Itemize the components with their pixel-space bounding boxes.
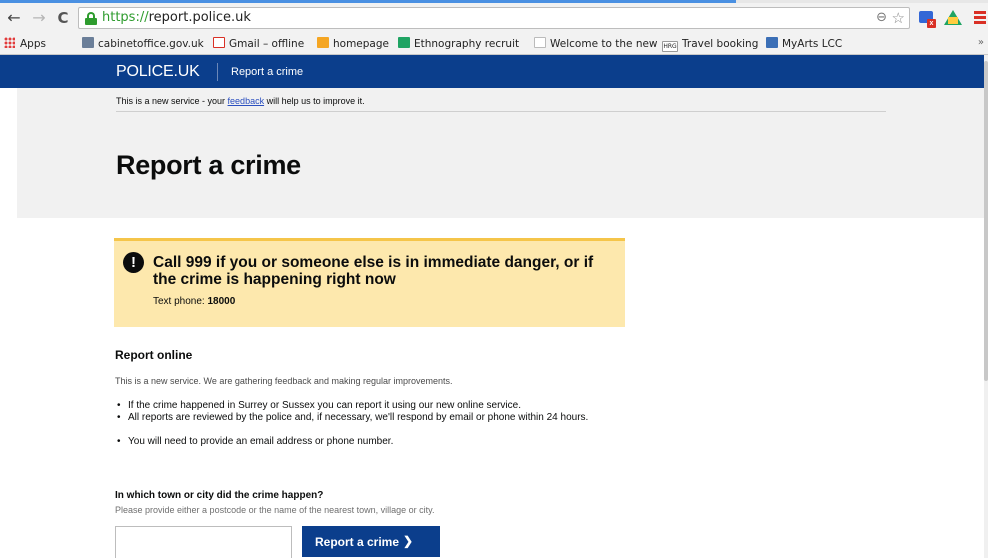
sheets-icon xyxy=(398,37,410,48)
location-input[interactable] xyxy=(115,526,292,558)
bookmark-cabinetoffice[interactable]: cabinetoffice.gov.uk xyxy=(82,37,204,52)
phase-text: This is a new service - your xyxy=(116,96,228,106)
extension-icon[interactable]: x xyxy=(918,9,936,28)
page-content: POLICE.UK Report a crime This is a new s… xyxy=(0,55,988,558)
header-divider xyxy=(217,63,218,81)
google-drive-icon[interactable] xyxy=(944,9,962,27)
bookmarks-overflow-icon[interactable]: » xyxy=(978,37,984,48)
bookmark-label: Gmail – offline xyxy=(229,38,305,50)
browser-toolbar: ← → C https://report.police.uk ⊖ ☆ x xyxy=(0,3,988,33)
site-header: POLICE.UK Report a crime xyxy=(0,55,984,88)
bookmark-gmail[interactable]: Gmail – offline xyxy=(213,37,304,52)
chevron-right-icon: ❯ xyxy=(402,534,413,548)
zoom-icon[interactable]: ⊖ xyxy=(876,10,887,25)
bookmark-label: cabinetoffice.gov.uk xyxy=(98,38,204,50)
bookmark-label: MyArts LCC xyxy=(782,38,843,50)
service-name-link[interactable]: Report a crime xyxy=(231,65,303,79)
bookmark-label: Welcome to the new xyxy=(550,38,658,50)
location-question-label: In which town or city did the crime happ… xyxy=(115,490,324,501)
report-online-lead: This is a new service. We are gathering … xyxy=(115,376,453,386)
list-item: If the crime happened in Surrey or Susse… xyxy=(115,400,635,412)
back-arrow-icon[interactable]: ← xyxy=(5,8,23,28)
phase-banner: This is a new service - your feedback wi… xyxy=(116,96,365,106)
police-uk-logo[interactable]: POLICE.UK xyxy=(116,62,200,82)
apps-grid-icon xyxy=(4,37,15,48)
bookmark-star-icon[interactable]: ☆ xyxy=(892,9,905,27)
report-online-heading: Report online xyxy=(115,348,193,362)
forward-arrow-icon[interactable]: → xyxy=(30,8,48,28)
scrollbar-thumb[interactable] xyxy=(984,61,988,381)
reload-icon[interactable]: C xyxy=(54,8,72,28)
list-item: All reports are reviewed by the police a… xyxy=(115,412,635,436)
browser-menu-icon[interactable] xyxy=(974,11,986,24)
location-question-hint: Please provide either a postcode or the … xyxy=(115,505,435,515)
page-icon xyxy=(534,37,546,48)
list-item: You will need to provide an email addres… xyxy=(115,436,635,448)
myarts-icon xyxy=(766,37,778,48)
title-band: This is a new service - your feedback wi… xyxy=(17,88,984,218)
bookmark-label: Travel booking xyxy=(682,38,759,50)
exclamation-icon: ! xyxy=(123,252,144,273)
text-phone-label: Text phone: xyxy=(153,296,208,307)
bookmark-myarts[interactable]: MyArts LCC xyxy=(766,37,842,52)
bookmark-travel[interactable]: HRG Travel booking xyxy=(662,37,758,52)
text-phone-number: 18000 xyxy=(207,296,236,307)
gmail-icon xyxy=(213,37,225,48)
bookmark-homepage[interactable]: homepage xyxy=(317,37,389,52)
page-title: Report a crime xyxy=(116,150,301,180)
warning-heading: Call 999 if you or someone else is in im… xyxy=(153,254,594,288)
report-a-crime-button[interactable]: Report a crime ❯ xyxy=(302,526,440,557)
button-label: Report a crime xyxy=(315,534,400,549)
bookmark-label: Apps xyxy=(20,38,46,50)
bookmark-label: homepage xyxy=(333,38,389,50)
info-list: If the crime happened in Surrey or Susse… xyxy=(115,400,635,448)
hrg-icon: HRG xyxy=(662,41,678,52)
homepage-icon xyxy=(317,37,329,48)
lock-icon xyxy=(85,12,97,25)
bookmark-ethnography[interactable]: Ethnography recruit xyxy=(398,37,519,52)
phase-text: will help us to improve it. xyxy=(264,96,365,106)
emergency-warning-panel: ! Call 999 if you or someone else is in … xyxy=(114,238,625,327)
url-host: report.police.uk xyxy=(148,10,251,25)
bookmark-apps[interactable]: Apps xyxy=(4,37,46,52)
text-phone: Text phone: 18000 xyxy=(153,296,235,308)
feedback-link[interactable]: feedback xyxy=(228,96,265,106)
bookmark-label: Ethnography recruit xyxy=(414,38,520,50)
divider xyxy=(116,111,886,112)
bookmarks-bar: Apps cabinetoffice.gov.uk Gmail – offlin… xyxy=(0,33,988,55)
address-bar[interactable]: https://report.police.uk ⊖ ☆ xyxy=(78,7,910,29)
folder-icon xyxy=(82,37,94,48)
page-scrollbar[interactable] xyxy=(984,55,988,558)
bookmark-welcome[interactable]: Welcome to the new xyxy=(534,37,658,52)
url-text[interactable]: https://report.police.uk xyxy=(102,9,251,27)
url-scheme: https:// xyxy=(102,10,149,25)
